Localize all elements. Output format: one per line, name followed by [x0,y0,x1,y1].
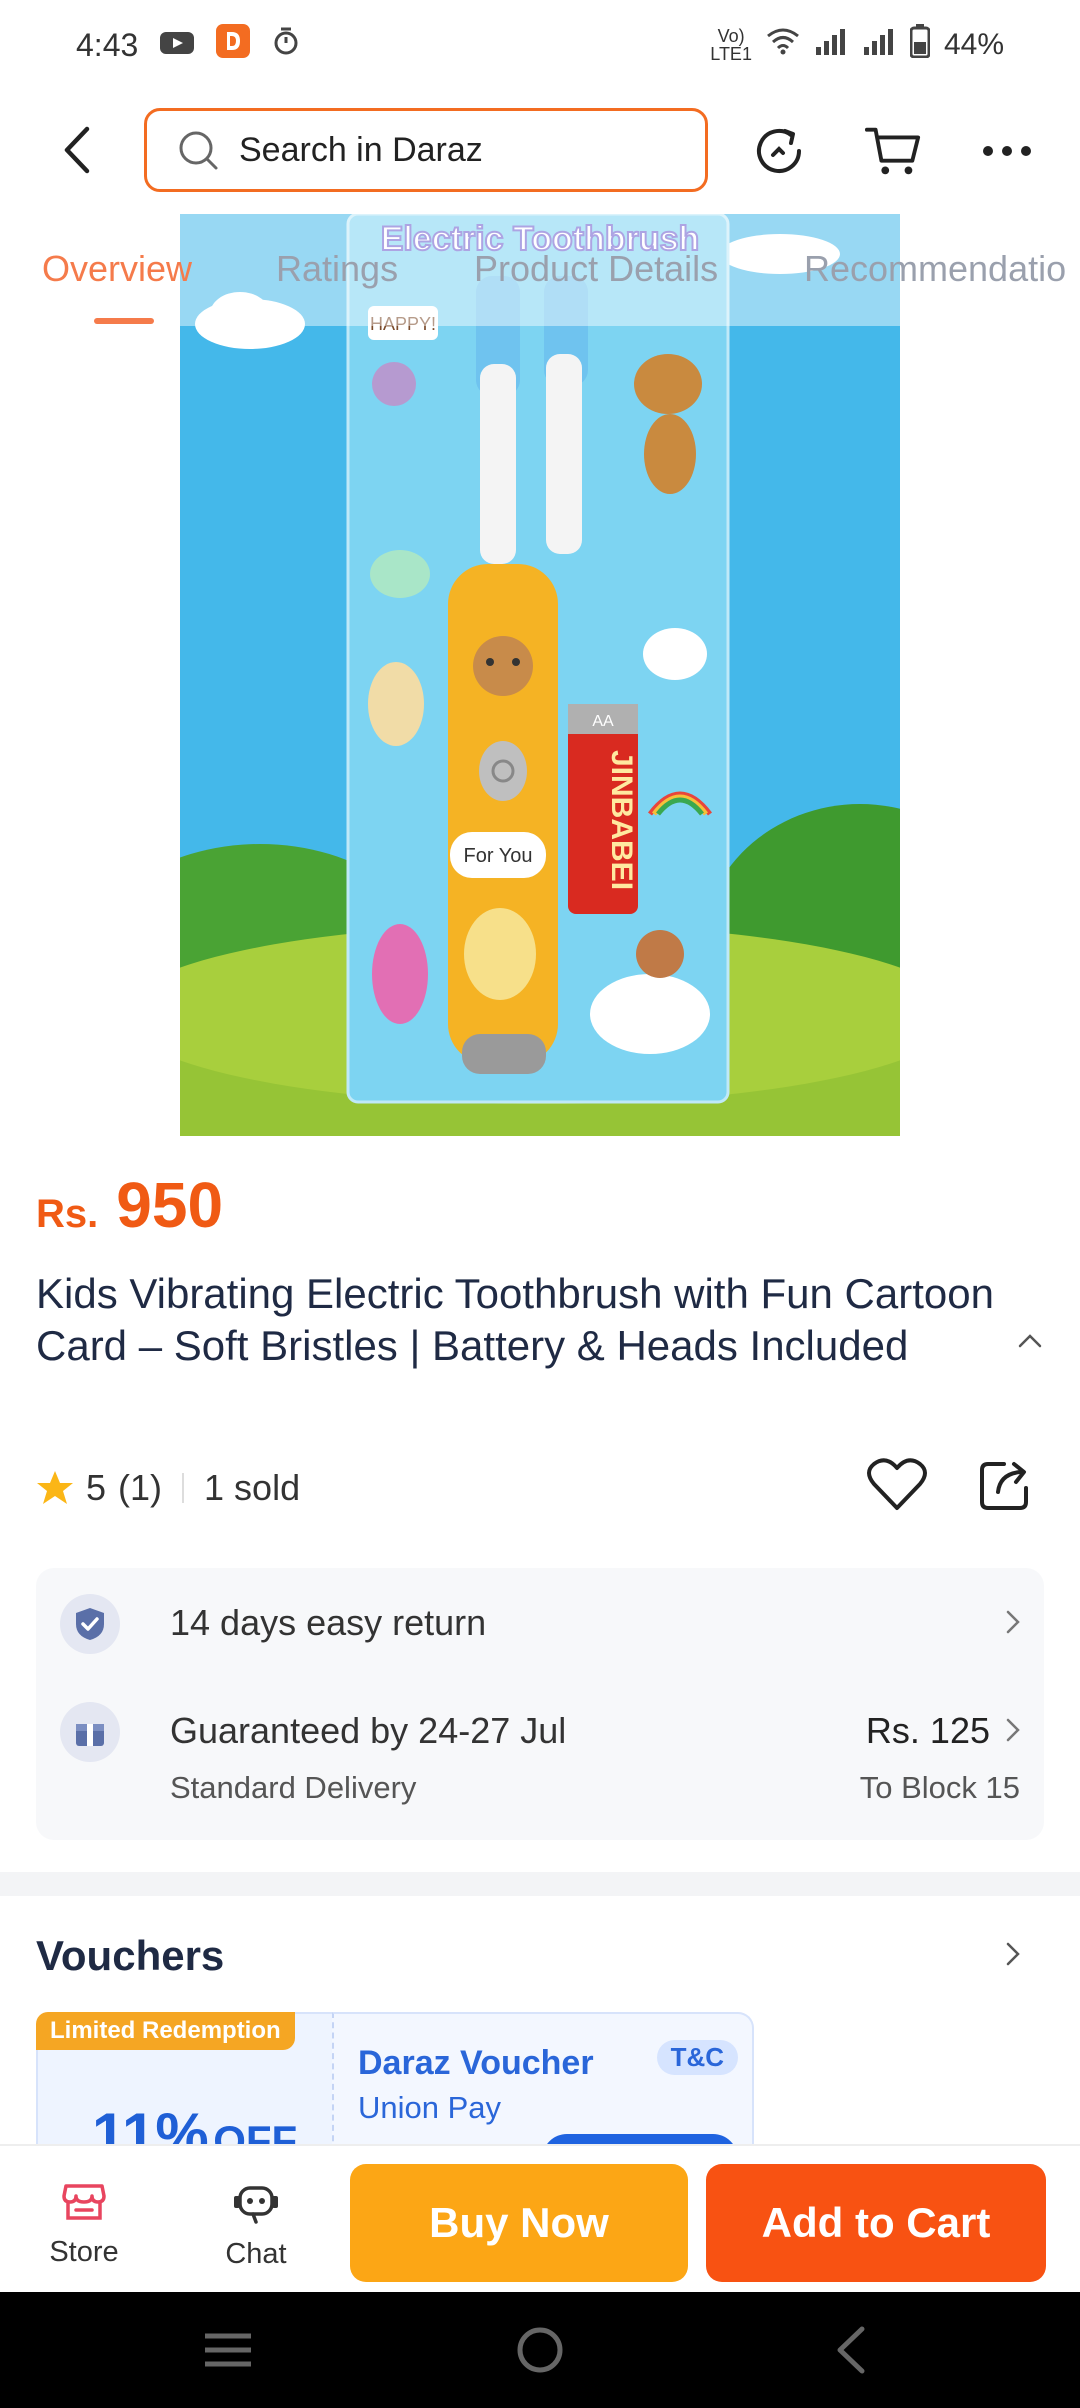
product-image[interactable]: Electric Toothbrush HAPPY! For You AA JI… [180,214,900,1136]
chat-button[interactable]: Chat [196,2182,316,2271]
tab-recommendations[interactable]: Recommendatio [804,248,1066,290]
terms-badge[interactable]: T&C [656,2040,738,2075]
system-nav-bar [0,2292,1080,2408]
status-bar: 4:43 Vo) LTE1 44% [0,0,1080,90]
delivery-location: To Block 15 [859,1770,1020,1805]
menu-lines-icon [205,2333,251,2367]
price-currency: Rs. [36,1192,99,1236]
battery-brand: JINBABEI [605,750,638,890]
chevron-right-icon [1006,1718,1020,1742]
collapse-title-button[interactable] [1018,1334,1042,1353]
history-button[interactable] [750,122,808,180]
search-icon [179,131,218,170]
chevron-right-icon [1006,1610,1020,1634]
voucher-info-panel: Daraz Voucher Union Pay T&C [332,2012,754,2152]
divider [182,1473,185,1503]
voucher-subtitle: Union Pay [358,2090,502,2125]
home-button[interactable] [510,2320,570,2380]
tab-ratings[interactable]: Ratings [276,248,398,290]
more-button[interactable] [978,122,1036,180]
heart-icon [867,1458,927,1510]
price-value: 950 [116,1169,224,1241]
service-card: 14 days easy return Guaranteed by 24-27 … [36,1568,1044,1840]
volte-icon: Vo) LTE1 [710,26,752,64]
product-price: Rs. 950 [36,1168,223,1242]
status-time: 4:43 [76,26,139,63]
recent-apps-button[interactable] [198,2320,258,2380]
shield-check-icon [60,1594,120,1654]
delivery-box-icon [60,1702,120,1762]
more-dots-icon [983,146,1031,156]
back-arrow-icon [64,126,90,174]
vouchers-more-button[interactable] [1006,1942,1020,1971]
signal-icon-2 [862,27,896,63]
delivery-guarantee: Guaranteed by 24-27 Jul [170,1710,567,1751]
back-button[interactable] [48,122,104,178]
return-text: 14 days easy return [170,1602,487,1643]
buy-now-button[interactable]: Buy Now [350,2164,688,2282]
star-icon [37,1471,73,1504]
youtube-icon [160,27,195,64]
return-policy-row[interactable]: 14 days easy return [60,1568,1020,1678]
chevron-right-icon [1006,1942,1020,1966]
chat-icon [234,2186,278,2224]
add-to-cart-button[interactable]: Add to Cart [706,2164,1046,2282]
tab-active-indicator [94,318,154,324]
tab-bar: Overview Ratings Product Details Recomme… [0,236,1080,326]
system-back-button[interactable] [820,2320,880,2380]
search-input[interactable]: Search in Daraz [144,108,708,192]
limited-redemption-badge: Limited Redemption [36,2012,295,2050]
for-you-sticker: For You [464,845,533,867]
battery-size: AA [592,713,614,730]
voucher-card[interactable]: 11% OFF Limited Redemption Daraz Voucher… [36,2012,754,2152]
wifi-icon [766,27,800,63]
sold-count: 1 sold [204,1467,301,1508]
vouchers-heading: Vouchers [36,1932,225,1979]
chat-label: Chat [225,2238,287,2270]
voucher-title: Daraz Voucher [358,2044,594,2082]
section-divider [0,1872,1080,1896]
search-placeholder: Search in Daraz [239,130,483,169]
battery-percent: 44% [943,28,1004,61]
daraz-notification-icon [216,24,251,66]
home-circle-icon [517,2327,563,2373]
rating-row[interactable]: 5 (1) 1 sold [36,1462,300,1514]
history-icon [757,129,801,173]
product-title: Kids Vibrating Electric Toothbrush with … [36,1270,994,1369]
rating-count: (1) [118,1467,163,1508]
cart-icon [864,127,921,175]
store-icon [62,2184,106,2220]
delivery-price: Rs. 125 [865,1710,990,1751]
signal-icon-1 [814,27,848,63]
bottom-action-bar: Store Chat Buy Now Add to Cart [0,2144,1080,2292]
battery-icon [909,24,931,66]
chevron-up-icon [1018,1334,1042,1348]
store-button[interactable]: Store [24,2182,144,2269]
back-chevron-icon [837,2326,865,2374]
share-button[interactable] [978,1456,1034,1517]
cart-button[interactable] [864,122,922,180]
header: Search in Daraz [0,100,1080,200]
share-icon [980,1462,1028,1510]
delivery-row[interactable]: Guaranteed by 24-27 Jul Standard Deliver… [60,1678,1020,1828]
tab-overview[interactable]: Overview [42,248,192,290]
store-label: Store [49,2236,119,2268]
rating-value: 5 [86,1467,107,1508]
tab-product-details[interactable]: Product Details [474,248,718,290]
timer-icon [272,26,300,64]
wishlist-button[interactable] [866,1456,928,1517]
delivery-type: Standard Delivery [170,1770,417,1805]
